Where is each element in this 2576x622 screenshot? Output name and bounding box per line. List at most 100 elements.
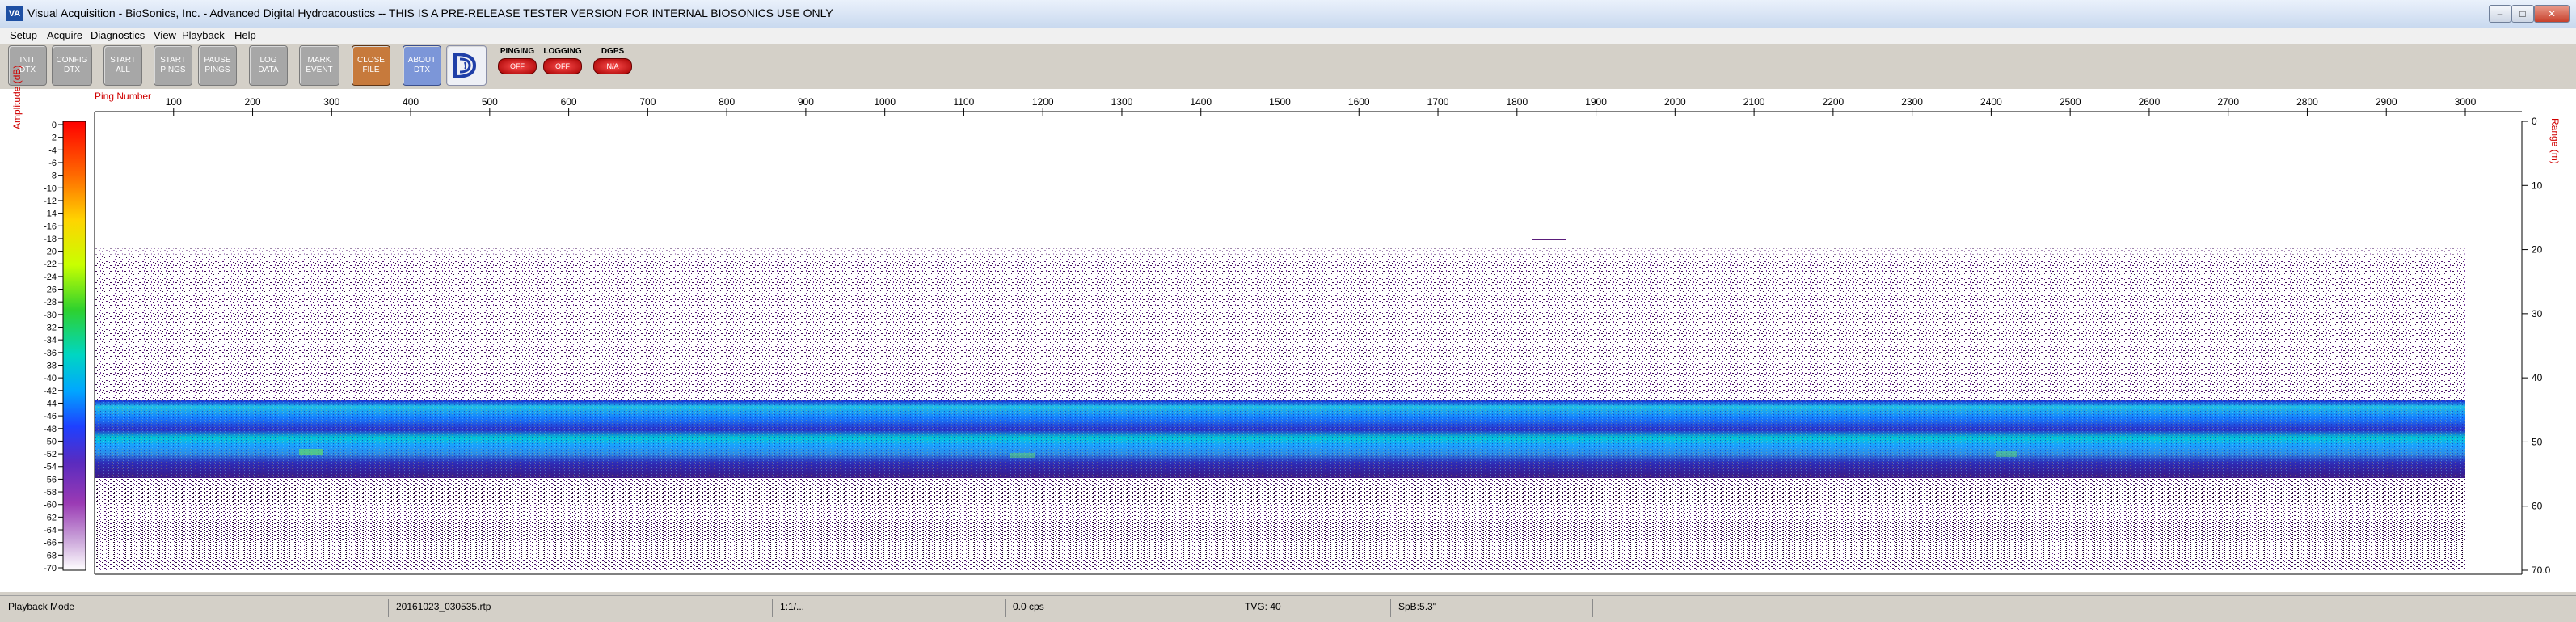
ping-tick-label: 1200: [1032, 96, 1054, 108]
minimize-button[interactable]: –: [2489, 5, 2511, 23]
log-data-button[interactable]: LOG DATA: [249, 45, 288, 86]
range-tick-label: 0: [2532, 116, 2537, 127]
echogram-svg[interactable]: 0 -2 -4 -6 -8 -10 -12 -14 -16 -18 -20 -22 -24 -26 -28 -…: [0, 89, 2576, 592]
amplitude-axis-label: Amplitude (dB): [11, 65, 23, 129]
start-pings-button[interactable]: START PINGS: [154, 45, 192, 86]
config-dtx-button[interactable]: CONFIG DTX: [52, 45, 92, 86]
range-tick-label: 10: [2532, 180, 2543, 191]
window-title: Visual Acquisition - BioSonics, Inc. - A…: [27, 6, 833, 19]
ping-tick-label: 2700: [2217, 96, 2239, 108]
amplitude-tick-label: -64: [44, 526, 57, 535]
ping-tick-label: 2500: [2060, 96, 2081, 108]
amplitude-tick-label: -24: [44, 273, 57, 282]
config-dtx-label: CONFIG DTX: [56, 56, 88, 74]
amplitude-tick-label: -50: [44, 437, 57, 446]
dgps-label: DGPS: [601, 47, 625, 56]
start-pings-label: START PINGS: [160, 56, 186, 74]
amplitude-tick-label: -48: [44, 425, 57, 434]
pinging-state: OFF: [498, 58, 537, 74]
ping-tick-label: 2600: [2139, 96, 2161, 108]
amplitude-tick-label: -34: [44, 336, 57, 345]
ping-tick-label: 100: [166, 96, 182, 108]
amplitude-tick-label: -14: [44, 209, 57, 219]
echogram-panel: 0 -2 -4 -6 -8 -10 -12 -14 -16 -18 -20 -22 -24 -26 -28 -…: [0, 89, 2576, 592]
amplitude-tick-label: -56: [44, 475, 57, 484]
status-file: 20161023_030535.rtp: [396, 601, 491, 612]
status-separator: [772, 599, 773, 617]
pause-pings-label: PAUSE PINGS: [204, 56, 231, 74]
menu-view[interactable]: View: [154, 29, 176, 41]
title-bar: VA Visual Acquisition - BioSonics, Inc. …: [0, 0, 2576, 28]
menu-acquire[interactable]: Acquire: [47, 29, 82, 41]
ping-tick-label: 300: [323, 96, 339, 108]
logging-status: LOGGING OFF: [540, 45, 585, 84]
ping-tick-label: 1900: [1585, 96, 1607, 108]
amplitude-tick-label: 0: [52, 121, 57, 130]
ping-tick-label: 800: [719, 96, 735, 108]
amplitude-tick-label: -8: [48, 171, 57, 181]
status-tvg: TVG: 40: [1245, 601, 1281, 612]
ping-tick-label: 1700: [1427, 96, 1449, 108]
ping-tick-label: 1400: [1190, 96, 1212, 108]
close-file-label: CLOSE FILE: [357, 56, 385, 74]
amplitude-tick-label: -46: [44, 412, 57, 421]
pause-pings-button[interactable]: PAUSE PINGS: [198, 45, 237, 86]
toolbar: INIT DTX CONFIG DTX START ALL START PING…: [0, 44, 2576, 89]
amplitude-tick-label: -54: [44, 463, 57, 472]
amplitude-tick-label: -62: [44, 513, 57, 523]
amplitude-tick-label: -10: [44, 184, 57, 193]
menu-diagnostics[interactable]: Diagnostics: [91, 29, 145, 41]
amplitude-colorbar: [62, 121, 86, 571]
menu-setup[interactable]: Setup: [10, 29, 37, 41]
app-icon: VA: [6, 6, 23, 21]
start-all-button[interactable]: START ALL: [103, 45, 142, 86]
ping-tick-label: 500: [482, 96, 498, 108]
ping-ticks: 100 200 300 400 500 600 700 800 900 1000 1100 1200 1…: [166, 96, 2477, 116]
amplitude-tick-label: -2: [48, 133, 57, 143]
ping-tick-label: 600: [561, 96, 577, 108]
ping-tick-label: 1800: [1506, 96, 1528, 108]
amplitude-tick-label: -28: [44, 298, 57, 307]
close-file-button[interactable]: CLOSE FILE: [352, 45, 390, 86]
range-ticks: 0 10 20 30 40 50 60 70.0: [2522, 116, 2551, 576]
amplitude-tick-label: -30: [44, 311, 57, 320]
amplitude-tick-label: -16: [44, 222, 57, 231]
ping-tick-label: 1100: [954, 96, 975, 108]
dgps-state: N/A: [593, 58, 632, 74]
range-axis-label: Range (m): [2549, 118, 2561, 164]
amplitude-tick-label: -40: [44, 374, 57, 383]
amplitude-tick-label: -36: [44, 349, 57, 358]
ping-tick-label: 400: [403, 96, 419, 108]
ping-number-label: Ping Number: [95, 91, 152, 102]
range-tick-label: 40: [2532, 372, 2543, 383]
amplitude-tick-label: -66: [44, 539, 57, 548]
ping-tick-label: 1000: [874, 96, 896, 108]
ping-tick-label: 1600: [1348, 96, 1370, 108]
amplitude-tick-label: -4: [48, 146, 57, 155]
amplitude-tick-label: -26: [44, 286, 57, 295]
menu-playback[interactable]: Playback: [182, 29, 225, 41]
menu-help[interactable]: Help: [234, 29, 256, 41]
about-dtx-label: ABOUT DTX: [407, 56, 436, 74]
amplitude-tick-label: -22: [44, 260, 57, 269]
amplitude-tick-label: -52: [44, 450, 57, 459]
ping-tick-label: 2100: [1743, 96, 1765, 108]
status-rate: 0.0 cps: [1013, 601, 1044, 612]
biosonics-logo-button[interactable]: [446, 45, 487, 86]
status-separator: [1005, 599, 1006, 617]
log-data-label: LOG DATA: [258, 56, 279, 74]
amplitude-tick-label: -68: [44, 551, 57, 561]
about-dtx-button[interactable]: ABOUT DTX: [403, 45, 441, 86]
status-separator: [1592, 599, 1593, 617]
maximize-button[interactable]: □: [2511, 5, 2534, 23]
ping-tick-label: 2000: [1664, 96, 1686, 108]
dgps-status: DGPS N/A: [590, 45, 635, 84]
amplitude-tick-label: -6: [48, 159, 57, 168]
range-tick-label: 70.0: [2532, 565, 2551, 576]
amplitude-ticks: 0 -2 -4 -6 -8 -10 -12 -14 -16 -18 -20 -22 -24 -26 -28 -…: [44, 121, 63, 573]
menu-bar: Setup Acquire Diagnostics View Playback …: [0, 28, 2576, 44]
biosonics-logo-icon: [453, 52, 477, 79]
mark-event-button[interactable]: MARK EVENT: [299, 45, 339, 86]
amplitude-tick-label: -32: [44, 324, 57, 333]
close-button[interactable]: ✕: [2534, 5, 2570, 23]
